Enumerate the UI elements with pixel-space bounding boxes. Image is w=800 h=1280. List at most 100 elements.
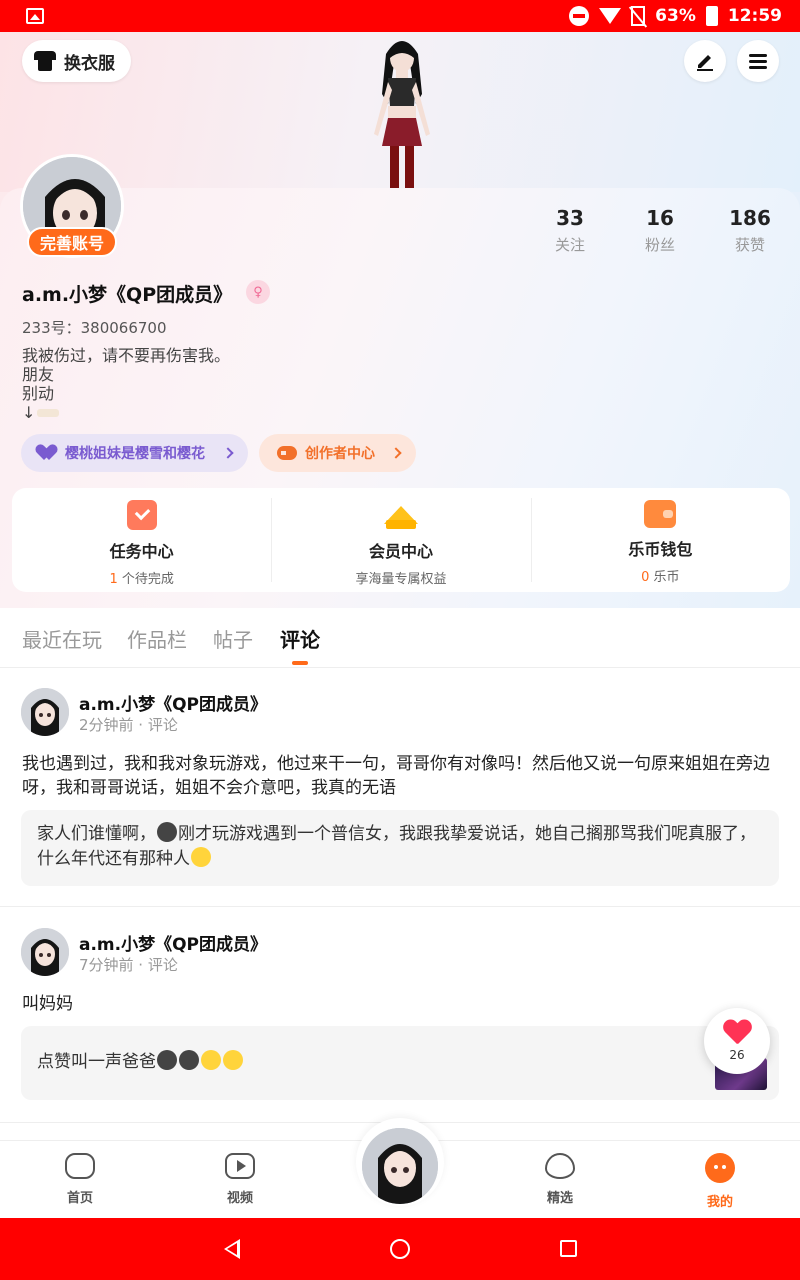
task-center-sub: 1 个待完成 — [109, 572, 174, 587]
chevron-right-icon — [390, 447, 402, 459]
bio-line: 别动 — [22, 384, 55, 403]
status-bar: 63% 12:59 — [0, 0, 800, 32]
tab-comments[interactable]: 评论 — [280, 624, 320, 653]
battery-percent: 63% — [655, 6, 696, 26]
post-author-name[interactable]: a.m.小梦《QP团成员》 — [79, 690, 267, 715]
heart-icon — [723, 1020, 751, 1044]
stat-likes-label: 获赞 — [734, 236, 765, 254]
guild-label: 樱桃姐妹是樱雪和樱花 — [65, 446, 205, 462]
clock: 12:59 — [727, 6, 782, 26]
post-text[interactable]: 叫妈妈 — [22, 992, 782, 1016]
tab-recently-played[interactable]: 最近在玩 — [22, 624, 102, 653]
edit-profile-button[interactable] — [684, 40, 726, 82]
member-center-title: 会员中心 — [368, 542, 433, 561]
center-avatar-button[interactable] — [362, 1128, 438, 1204]
pencil-icon — [697, 55, 713, 71]
creator-center-link[interactable]: 创作者中心 — [259, 434, 416, 472]
stat-following-label: 关注 — [554, 236, 585, 254]
task-center-button[interactable]: 任务中心 1 个待完成 — [12, 488, 271, 592]
post-author-name[interactable]: a.m.小梦《QP团成员》 — [79, 930, 267, 955]
smile-emoji-icon — [201, 1050, 221, 1070]
nav-home[interactable]: 首页 — [40, 1153, 120, 1206]
stat-fans-label: 粉丝 — [644, 236, 675, 254]
dark-face-emoji-icon — [157, 822, 177, 842]
change-outfit-button[interactable]: 换衣服 — [22, 40, 131, 82]
chevron-right-icon — [222, 447, 234, 459]
tab-works[interactable]: 作品栏 — [127, 624, 187, 653]
tshirt-icon — [34, 51, 56, 71]
recents-square-icon[interactable] — [560, 1240, 577, 1257]
floating-like-button[interactable]: 26 — [704, 1008, 770, 1074]
post-avatar[interactable] — [21, 928, 69, 976]
post-divider — [0, 906, 800, 907]
stat-fans[interactable]: 16 粉丝 — [620, 206, 700, 255]
female-gender-icon: ♀ — [246, 280, 270, 304]
wifi-icon — [599, 8, 622, 24]
nav-video[interactable]: 视频 — [200, 1153, 280, 1206]
services-card: 任务中心 1 个待完成 会员中心 享海量专属权益 乐币钱包 0 乐币 — [12, 488, 790, 592]
avatar-portrait — [21, 688, 69, 736]
smile-emoji-icon — [223, 1050, 243, 1070]
nav-featured[interactable]: 精选 — [520, 1153, 600, 1206]
gamepad-icon — [65, 1153, 95, 1179]
avatar-portrait — [362, 1128, 438, 1204]
avatar-figure[interactable] — [350, 34, 454, 188]
battery-icon — [705, 6, 718, 26]
crown-icon — [383, 500, 418, 530]
post-meta: 2分钟前 · 评论 — [79, 716, 178, 734]
task-center-title: 任务中心 — [109, 542, 174, 561]
post-meta: 7分钟前 · 评论 — [79, 956, 178, 974]
stat-likes-count: 186 — [729, 206, 771, 230]
no-sim-icon — [631, 6, 646, 26]
image-notification-icon — [26, 8, 44, 24]
quoted-post[interactable]: 家人们谁懂啊， 刚才玩游戏遇到一个普信女，我跟我挚爱说话，她自己搁那骂我们呢真服了… — [21, 810, 779, 886]
creator-center-label: 创作者中心 — [305, 446, 375, 462]
tab-posts[interactable]: 帖子 — [213, 624, 253, 653]
quote-text-a: 家人们谁懂啊， — [37, 824, 156, 844]
gamepad-icon — [277, 446, 297, 460]
wallet-icon — [644, 500, 677, 528]
home-circle-icon[interactable] — [390, 1239, 410, 1259]
member-center-sub: 享海量专属权益 — [355, 572, 447, 587]
post-text[interactable]: 我也遇到过，我和我对象玩游戏，他过来干一句，哥哥你有对像吗！然后他又说一句原来姐… — [22, 752, 782, 800]
menu-button[interactable] — [737, 40, 779, 82]
hamburger-icon — [749, 51, 767, 72]
stat-following-count: 33 — [556, 206, 584, 230]
stat-following[interactable]: 33 关注 — [530, 206, 610, 255]
eye-roll-emoji-icon — [191, 847, 211, 867]
complete-account-badge[interactable]: 完善账号 — [27, 227, 117, 257]
do-not-disturb-icon — [569, 6, 590, 26]
heart-outline-icon — [545, 1153, 575, 1179]
quote-text-a: 点赞叫一声爸爸 — [37, 1052, 156, 1072]
purple-heart-icon — [39, 445, 57, 461]
nav-featured-label: 精选 — [546, 1191, 573, 1206]
nav-me-label: 我的 — [706, 1195, 733, 1210]
guild-link[interactable]: 樱桃姐妹是樱雪和樱花 — [21, 434, 248, 472]
member-center-button[interactable]: 会员中心 享海量专属权益 — [271, 488, 530, 592]
change-outfit-label: 换衣服 — [64, 53, 115, 74]
wallet-title: 乐币钱包 — [628, 540, 693, 559]
bio-line: 朋友 — [22, 365, 55, 384]
user-id: 233号：380066700 — [22, 319, 167, 337]
like-count: 26 — [729, 1048, 745, 1062]
bandage-emoji-icon — [37, 409, 60, 417]
me-face-icon — [705, 1153, 735, 1183]
wallet-button[interactable]: 乐币钱包 0 乐币 — [530, 488, 790, 592]
profile-bio: 我被伤过，请不要再伤害我。 朋友 别动 ↓ — [22, 346, 230, 422]
status-icons: 63% 12:59 — [569, 6, 782, 26]
active-tab-indicator — [292, 661, 308, 665]
quoted-post[interactable]: 点赞叫一声爸爸 — [21, 1026, 779, 1100]
profile-username: a.m.小梦《QP团成员》 — [22, 284, 233, 306]
stat-likes[interactable]: 186 获赞 — [710, 206, 790, 255]
stat-fans-count: 16 — [646, 206, 674, 230]
nav-home-label: 首页 — [66, 1191, 93, 1206]
avatar-portrait — [21, 928, 69, 976]
post-avatar[interactable] — [21, 688, 69, 736]
profile-tabs: 最近在玩 作品栏 帖子 评论 — [0, 608, 800, 668]
nav-me[interactable]: 我的 — [680, 1153, 760, 1210]
wallet-sub: 0 乐币 — [641, 570, 680, 585]
task-calendar-icon — [126, 500, 157, 530]
nav-video-label: 视频 — [226, 1191, 253, 1206]
back-icon[interactable] — [224, 1239, 240, 1259]
bio-line: ↓ — [22, 403, 230, 422]
